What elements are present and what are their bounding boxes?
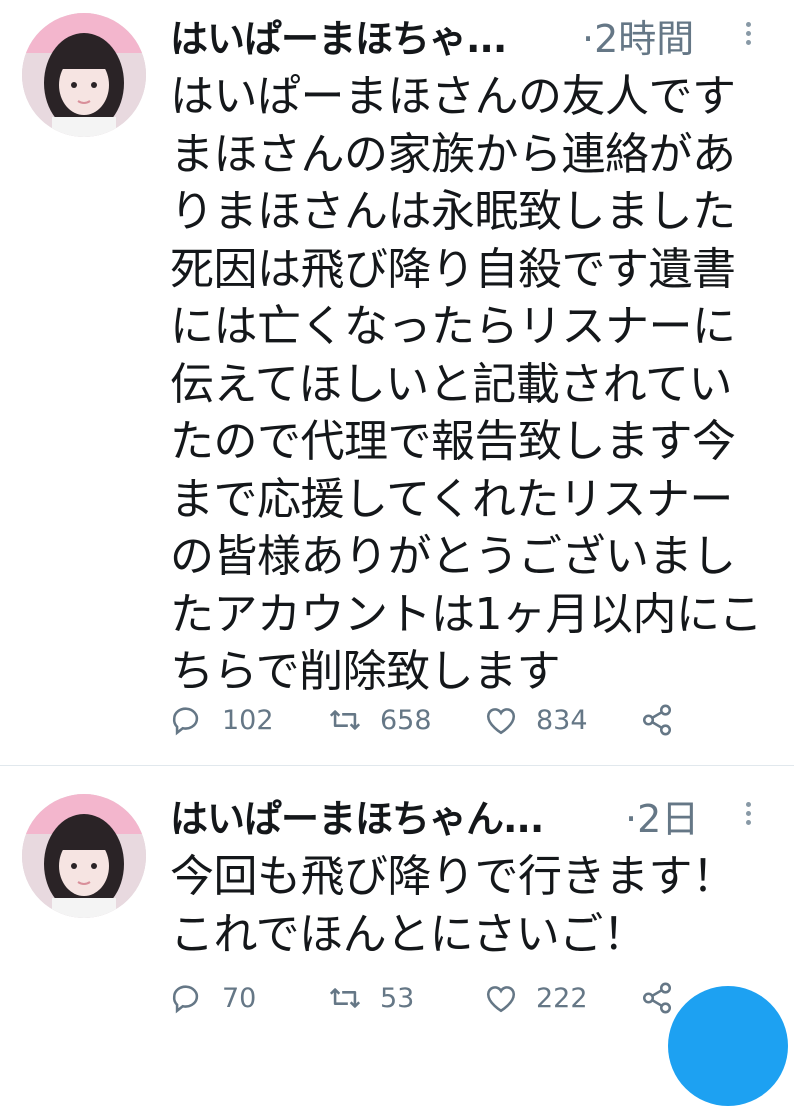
tweet-actions: 102 658 834 bbox=[170, 700, 730, 740]
more-vertical-icon[interactable] bbox=[742, 802, 754, 832]
heart-icon bbox=[486, 986, 516, 1013]
avatar-image bbox=[22, 13, 146, 137]
reply-count: 102 bbox=[222, 704, 274, 736]
display-name[interactable]: はいぱーまほちゃん... bbox=[170, 794, 544, 844]
compose-tweet-button[interactable] bbox=[668, 986, 788, 1106]
tweet-text: 今回も飛び降りで行きます！ これでほんとにさいご！ bbox=[170, 851, 736, 960]
retweet-button[interactable]: 53 bbox=[328, 978, 414, 1018]
like-count: 222 bbox=[536, 982, 588, 1014]
tweet-actions: 70 53 222 bbox=[170, 978, 730, 1018]
reply-button[interactable]: 102 bbox=[170, 700, 274, 740]
like-count: 834 bbox=[536, 704, 588, 736]
retweet-count: 658 bbox=[380, 704, 432, 736]
share-icon bbox=[642, 704, 672, 736]
tweet[interactable]: はいぱーまほちゃ... ·2時間 はいぱーまほさんの友人です まほさんの家族から… bbox=[0, 0, 794, 766]
like-button[interactable]: 222 bbox=[484, 978, 588, 1018]
like-button[interactable]: 834 bbox=[484, 700, 588, 740]
more-vertical-icon[interactable] bbox=[742, 22, 754, 52]
reply-icon bbox=[172, 985, 199, 1014]
share-button[interactable] bbox=[640, 700, 692, 740]
tweet[interactable]: はいぱーまほちゃん... ·2日 今回も飛び降りで行きます！ これでほんとにさい… bbox=[0, 766, 794, 1024]
retweet-icon bbox=[329, 988, 361, 1008]
timestamp[interactable]: ·2時間 bbox=[582, 14, 694, 64]
avatar-image bbox=[22, 794, 146, 918]
tweet-text: はいぱーまほさんの友人です まほさんの家族から連絡があ りまほさんは永眠致しまし… bbox=[170, 71, 763, 697]
retweet-icon bbox=[329, 710, 361, 730]
retweet-button[interactable]: 658 bbox=[328, 700, 432, 740]
retweet-count: 53 bbox=[380, 982, 415, 1014]
display-name[interactable]: はいぱーまほちゃ... bbox=[170, 14, 507, 64]
timestamp[interactable]: ·2日 bbox=[625, 794, 699, 844]
reply-button[interactable]: 70 bbox=[170, 978, 256, 1018]
reply-count: 70 bbox=[222, 982, 257, 1014]
heart-icon bbox=[486, 708, 516, 735]
avatar[interactable] bbox=[22, 794, 146, 918]
reply-icon bbox=[172, 707, 199, 736]
avatar[interactable] bbox=[22, 13, 146, 137]
share-icon bbox=[642, 982, 672, 1014]
